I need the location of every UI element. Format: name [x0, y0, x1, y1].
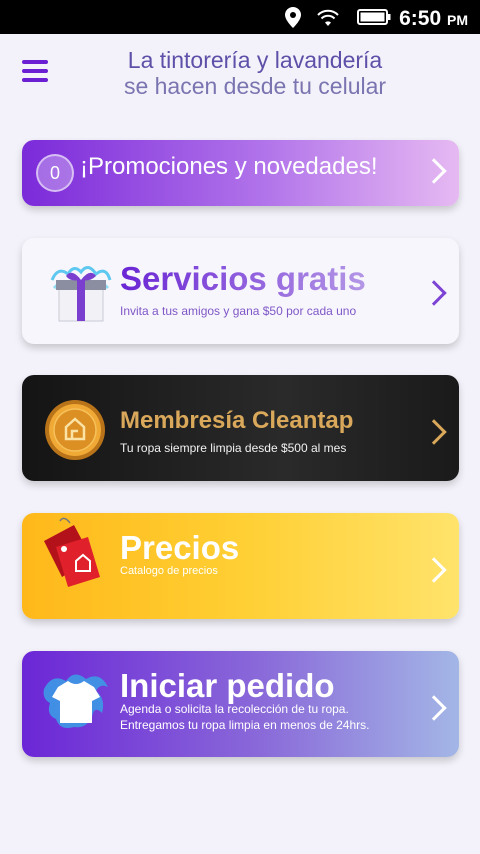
promo-count-badge: 0: [36, 154, 74, 192]
chevron-right-icon: [421, 557, 447, 583]
free-services-subtitle: Invita a tus amigos y gana $50 por cada …: [120, 304, 357, 318]
clock-ampm: PM: [447, 12, 468, 28]
battery-icon: [357, 9, 391, 25]
location-icon: [285, 7, 301, 28]
chevron-right-icon: [421, 695, 447, 721]
header-title-line2: se hacen desde tu celular: [123, 73, 387, 99]
hamburger-menu-icon[interactable]: [22, 60, 48, 82]
status-bar: 6:50 PM: [0, 0, 480, 34]
app-header: La tintorería y lavandería se hacen desd…: [0, 34, 480, 118]
prices-title: Precios: [120, 529, 240, 566]
start-order-card[interactable]: Iniciar pedido Agenda o solicita la reco…: [22, 651, 459, 757]
promotions-title: ¡Promociones y novedades!: [80, 153, 378, 180]
prices-subtitle: Catalogo de precios: [120, 565, 218, 577]
membership-title: Membresía Cleantap: [120, 407, 354, 434]
wifi-icon: [317, 9, 339, 26]
start-order-subtitle-line2: Entregamos tu ropa limpia en menos de 24…: [120, 718, 370, 732]
header-title: La tintorería y lavandería se hacen desd…: [90, 47, 420, 99]
price-tag-icon: [44, 517, 100, 587]
header-title-line1: La tintorería y lavandería: [127, 47, 383, 73]
chevron-right-icon: [421, 158, 447, 184]
start-order-subtitle-line1: Agenda o solicita la recolección de tu r…: [120, 702, 349, 716]
clock: 6:50 PM: [399, 7, 468, 31]
membership-card[interactable]: Membresía Cleantap Tu ropa siempre limpi…: [22, 375, 459, 481]
chevron-right-icon: [421, 280, 447, 306]
tshirt-splash-icon: [43, 674, 108, 728]
chevron-right-icon: [421, 419, 447, 445]
prices-card[interactable]: Precios Catalogo de precios: [22, 513, 459, 619]
membership-subtitle: Tu ropa siempre limpia desde $500 al mes: [120, 441, 347, 455]
free-services-card[interactable]: Servicios gratis Invita a tus amigos y g…: [22, 238, 459, 344]
gold-coin-icon: [45, 400, 105, 460]
promotions-card[interactable]: 0 ¡Promociones y novedades!: [22, 140, 459, 206]
clock-time: 6:50: [399, 7, 442, 30]
gift-box-icon: [50, 266, 112, 322]
start-order-title: Iniciar pedido: [120, 667, 335, 704]
free-services-title: Servicios gratis: [120, 260, 366, 297]
